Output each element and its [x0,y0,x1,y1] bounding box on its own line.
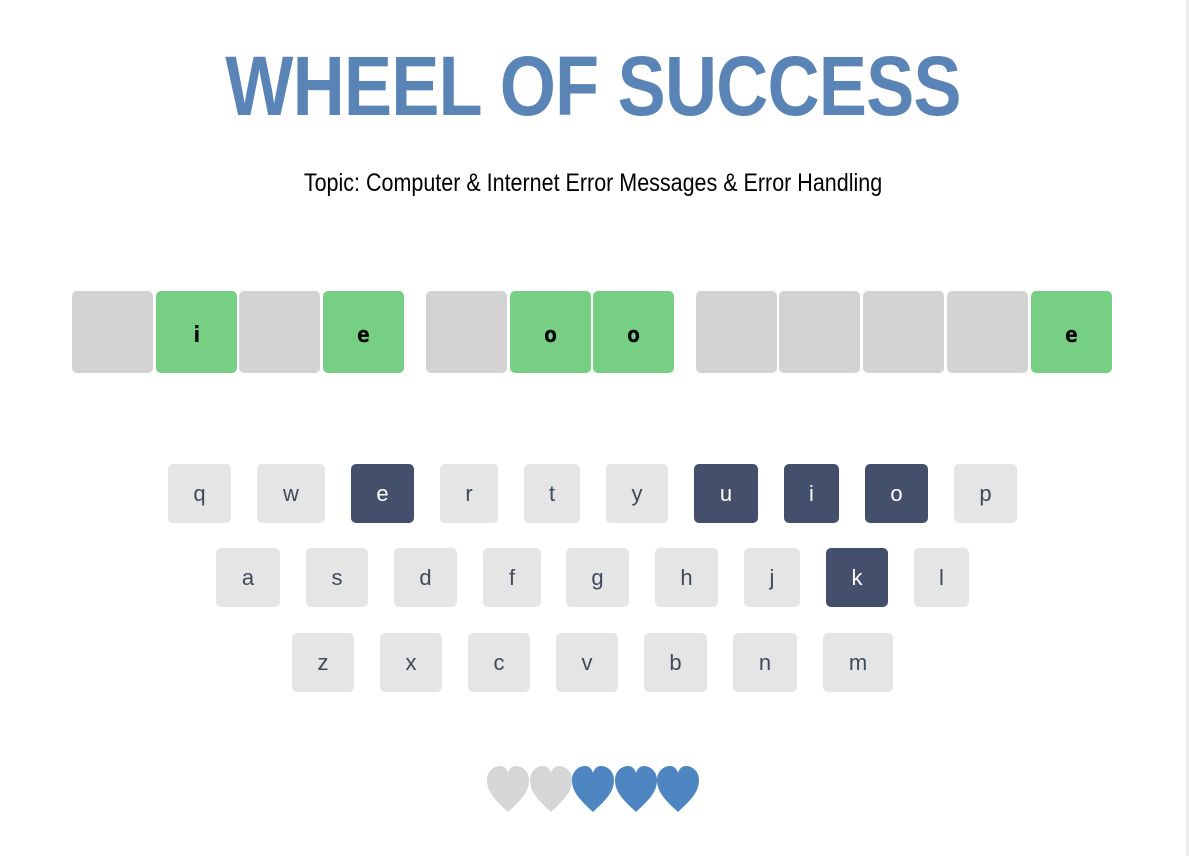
puzzle-tile [426,291,507,373]
key-r[interactable]: r [440,464,498,523]
puzzle-tile [779,291,860,373]
heart-icon [572,766,614,812]
game-title: WHEEL OF SUCCESS [225,39,961,133]
key-q[interactable]: q [168,464,231,523]
heart-icon [657,766,699,812]
puzzle-tile: i [156,291,237,373]
puzzle-tile [72,291,153,373]
key-s[interactable]: s [306,548,368,607]
key-h[interactable]: h [655,548,718,607]
puzzle-tile: e [1031,291,1112,373]
puzzle-tile-letter: o [544,322,557,348]
key-x[interactable]: x [380,633,442,692]
puzzle-tile-letter: o [627,322,640,348]
key-u[interactable]: u [694,464,758,523]
key-a[interactable]: a [216,548,280,607]
key-j[interactable]: j [744,548,800,607]
puzzle-tile-letter: e [357,322,370,348]
key-g[interactable]: g [566,548,629,607]
key-d[interactable]: d [394,548,457,607]
key-y[interactable]: y [606,464,668,523]
key-c[interactable]: c [468,633,530,692]
key-v[interactable]: v [556,633,618,692]
puzzle-tile: e [323,291,404,373]
key-p[interactable]: p [954,464,1017,523]
key-z[interactable]: z [292,633,354,692]
key-w[interactable]: w [257,464,325,523]
key-m[interactable]: m [823,633,893,692]
heart-icon-lost [529,766,572,812]
puzzle-tile [239,291,320,373]
puzzle-tile [947,291,1028,373]
key-e[interactable]: e [351,464,414,523]
heart-icon-lost [487,766,529,812]
key-i[interactable]: i [784,464,839,523]
puzzle-tile [863,291,944,373]
key-o[interactable]: o [865,464,928,523]
puzzle-tile: o [593,291,674,373]
key-f[interactable]: f [483,548,541,607]
key-b[interactable]: b [644,633,707,692]
key-l[interactable]: l [914,548,969,607]
puzzle-tile [696,291,777,373]
key-t[interactable]: t [524,464,580,523]
puzzle-tile-letter: e [1065,322,1078,348]
puzzle-tile-letter: i [193,322,200,348]
key-k[interactable]: k [826,548,888,607]
key-n[interactable]: n [733,633,797,692]
puzzle-topic: Topic: Computer & Internet Error Message… [303,169,883,197]
heart-icon [614,766,657,812]
puzzle-tile: o [510,291,591,373]
